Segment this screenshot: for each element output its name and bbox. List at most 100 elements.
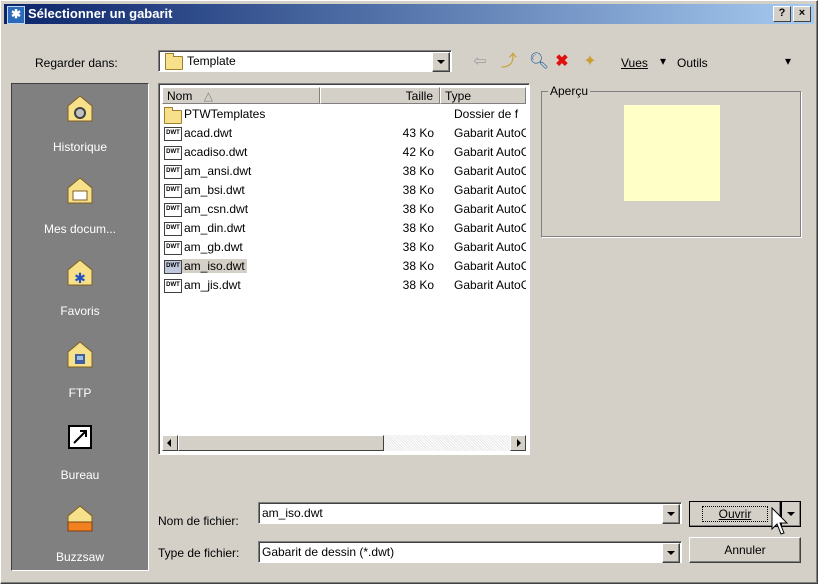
file-name: am_ansi.dwt	[184, 164, 252, 178]
scrollbar-thumb[interactable]	[178, 435, 384, 451]
preview-group: Aperçu	[541, 84, 801, 237]
file-type: Gabarit AutoCAD	[454, 126, 526, 140]
my-documents-icon	[67, 177, 93, 204]
search-web-icon[interactable]: 🔍︎	[528, 51, 550, 73]
file-type: Gabarit AutoCAD	[454, 259, 526, 273]
file-size: 38 Ko	[402, 164, 434, 178]
file-name: am_csn.dwt	[184, 202, 249, 216]
dwt-file-icon: DWT	[164, 184, 182, 198]
lookin-dropdown-arrow[interactable]	[432, 52, 450, 72]
up-folder-icon[interactable]: ⤴	[498, 51, 520, 73]
filetype-dropdown-arrow[interactable]	[662, 543, 680, 563]
history-icon	[67, 95, 93, 122]
list-item[interactable]: DWT acadiso.dwt 42 Ko Gabarit AutoCAD	[162, 143, 526, 162]
list-item[interactable]: DWT am_din.dwt 38 Ko Gabarit AutoCAD	[162, 219, 526, 238]
svg-text:✱: ✱	[74, 270, 86, 286]
folder-icon	[165, 53, 183, 70]
lookin-label: Regarder dans:	[35, 56, 118, 70]
place-label: Buzzsaw	[55, 550, 105, 564]
place-label: FTP	[68, 386, 92, 400]
filename-dropdown-arrow[interactable]	[662, 504, 680, 524]
place-label: Historique	[52, 140, 108, 154]
column-header-type[interactable]: Type	[440, 87, 526, 104]
file-list[interactable]: Nom △ Taille Type PTWTemplates Dossier d…	[158, 83, 530, 455]
list-item[interactable]: PTWTemplates Dossier de f	[162, 105, 526, 124]
dwt-file-icon: DWT	[164, 241, 182, 255]
new-folder-icon[interactable]: ✦	[579, 51, 601, 73]
column-header-size[interactable]: Taille	[320, 87, 440, 104]
place-history[interactable]: Historique	[12, 90, 148, 172]
file-type: Dossier de f	[454, 107, 519, 121]
filetype-label: Type de fichier:	[158, 546, 240, 560]
filename-label: Nom de fichier:	[158, 514, 239, 528]
place-ftp[interactable]: FTP	[12, 336, 148, 418]
column-header-name[interactable]: Nom △	[162, 87, 320, 104]
file-size: 38 Ko	[402, 183, 434, 197]
tools-menu[interactable]: Outils	[677, 56, 708, 70]
list-item-selected[interactable]: DWT am_iso.dwt 38 Ko Gabarit AutoCAD	[162, 257, 526, 276]
file-type: Gabarit AutoCAD	[454, 278, 526, 292]
file-name: am_gb.dwt	[184, 240, 243, 254]
views-menu[interactable]: Vues	[621, 56, 648, 70]
place-buzzsaw[interactable]: Buzzsaw	[12, 500, 148, 582]
place-favorites[interactable]: ✱ Favoris	[12, 254, 148, 336]
cancel-button[interactable]: Annuler	[689, 537, 801, 563]
views-dropdown-icon[interactable]: ▾	[660, 54, 666, 68]
tools-dropdown-icon[interactable]: ▾	[785, 54, 791, 68]
place-label: Bureau	[60, 468, 100, 482]
file-size: 43 Ko	[402, 126, 434, 140]
arrow-left-icon	[167, 439, 171, 447]
lookin-value: Template	[187, 54, 236, 68]
dwt-file-icon: DWT	[164, 260, 182, 274]
delete-icon[interactable]: ✖	[551, 51, 573, 73]
list-item[interactable]: DWT acad.dwt 43 Ko Gabarit AutoCAD	[162, 124, 526, 143]
scroll-right-button[interactable]	[510, 435, 526, 451]
file-size: 38 Ko	[402, 259, 434, 273]
file-type: Gabarit AutoCAD	[454, 202, 526, 216]
list-item[interactable]: DWT am_csn.dwt 38 Ko Gabarit AutoCAD	[162, 200, 526, 219]
preview-label: Aperçu	[548, 84, 591, 98]
list-item[interactable]: DWT am_gb.dwt 38 Ko Gabarit AutoCAD	[162, 238, 526, 257]
template-dialog: ✱ Sélectionner un gabarit ? × Regarder d…	[0, 0, 818, 584]
scroll-left-button[interactable]	[162, 435, 178, 451]
open-button-label: Ouvrir	[701, 506, 769, 522]
window-title: Sélectionner un gabarit	[28, 6, 173, 21]
dwt-file-icon: DWT	[164, 165, 182, 179]
file-type: Gabarit AutoCAD	[454, 240, 526, 254]
dwt-file-icon: DWT	[164, 127, 182, 141]
list-item[interactable]: DWT am_jis.dwt 38 Ko Gabarit AutoCAD	[162, 276, 526, 295]
file-size: 38 Ko	[402, 278, 434, 292]
filetype-dropdown[interactable]: Gabarit de dessin (*.dwt)	[258, 541, 682, 563]
file-name: am_iso.dwt	[182, 259, 247, 273]
place-desktop[interactable]: Bureau	[12, 418, 148, 500]
arrow-right-icon	[517, 439, 521, 447]
place-label: Mes docum...	[43, 222, 117, 236]
place-my-documents[interactable]: Mes docum...	[12, 172, 148, 254]
file-name: acadiso.dwt	[184, 145, 248, 159]
favorites-icon: ✱	[67, 259, 93, 286]
horizontal-scrollbar[interactable]	[162, 435, 526, 451]
file-type: Gabarit AutoCAD	[454, 164, 526, 178]
file-type: Gabarit AutoCAD	[454, 183, 526, 197]
title-bar[interactable]: ✱ Sélectionner un gabarit ? ×	[4, 4, 814, 24]
list-item[interactable]: DWT am_bsi.dwt 38 Ko Gabarit AutoCAD	[162, 181, 526, 200]
file-name: PTWTemplates	[184, 107, 266, 121]
dwt-file-icon: DWT	[164, 222, 182, 236]
preview-image	[624, 105, 720, 201]
file-type: Gabarit AutoCAD	[454, 221, 526, 235]
autocad-app-icon: ✱	[7, 6, 25, 24]
file-size: 38 Ko	[402, 202, 434, 216]
list-item[interactable]: DWT am_ansi.dwt 38 Ko Gabarit AutoCAD	[162, 162, 526, 181]
back-icon[interactable]: ⇦	[469, 51, 491, 73]
close-button[interactable]: ×	[793, 6, 811, 22]
open-button[interactable]: Ouvrir	[689, 501, 781, 527]
column-name-label: Nom	[167, 89, 193, 103]
lookin-dropdown[interactable]: Template	[158, 50, 452, 72]
place-label: Favoris	[60, 304, 100, 318]
file-size: 38 Ko	[402, 221, 434, 235]
help-button[interactable]: ?	[773, 6, 791, 22]
filename-input[interactable]: am_iso.dwt	[258, 502, 682, 524]
file-size: 38 Ko	[402, 240, 434, 254]
file-name: am_jis.dwt	[184, 278, 241, 292]
desktop-icon	[68, 425, 92, 449]
